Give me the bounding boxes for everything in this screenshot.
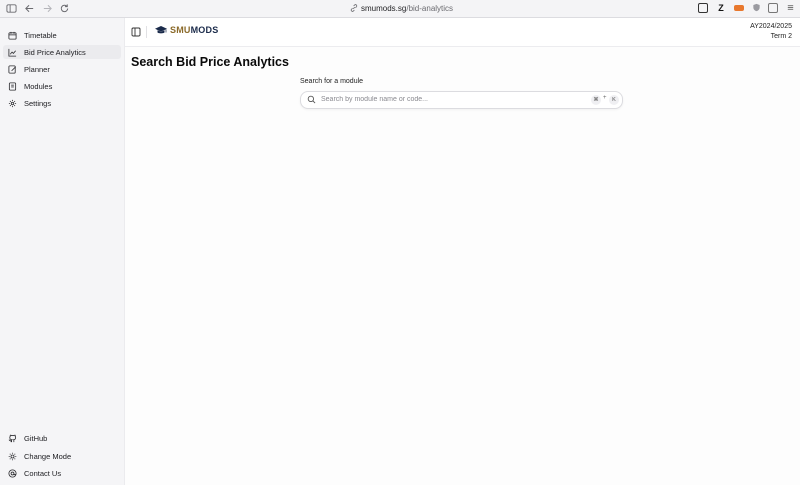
sidebar-item-contact-us[interactable]: Contact Us [3, 466, 121, 480]
shortcut-plus: + [603, 95, 607, 101]
gear-icon [8, 99, 17, 108]
sidebar-item-settings[interactable]: Settings [3, 96, 121, 110]
sidebar-item-label: Change Mode [24, 451, 72, 461]
address-bar[interactable]: smumods.sg/bid-analytics [350, 2, 453, 15]
url-host: smumods.sg [361, 4, 407, 13]
contact-icon [8, 468, 17, 478]
page-title: Search Bid Price Analytics [131, 55, 289, 69]
panel-toggle-icon[interactable] [131, 27, 141, 37]
sidebar-item-label: Timetable [24, 30, 57, 40]
sidebar-item-label: GitHub [24, 433, 48, 443]
browser-window: smumods.sg/bid-analytics Z Timetable Bid… [0, 0, 800, 485]
term-label: Term 2 [770, 32, 792, 40]
browser-toolbar: smumods.sg/bid-analytics Z [0, 0, 800, 18]
search-input[interactable] [321, 93, 581, 106]
sidebar-item-label: Modules [24, 81, 53, 91]
module-search-box[interactable]: ⌘ + K [300, 91, 623, 109]
app-header: SMU MODS AY2024/2025 Term 2 [125, 18, 800, 47]
sidebar-item-label: Settings [24, 98, 52, 108]
logo-mods-text: MODS [190, 25, 219, 35]
chart-icon [8, 48, 17, 57]
book-icon [8, 81, 17, 91]
sidebar-item-planner[interactable]: Planner [3, 62, 121, 76]
url-path: /bid-analytics [406, 4, 454, 13]
shortcut-command-key: ⌘ [591, 94, 601, 105]
logo-smu-text: SMU [170, 25, 191, 35]
sidebar-item-timetable[interactable]: Timetable [3, 28, 121, 42]
reload-icon[interactable] [59, 3, 70, 14]
header-divider [146, 26, 147, 38]
calendar-icon [8, 31, 17, 40]
search-icon [307, 95, 316, 104]
back-arrow-icon[interactable] [24, 3, 35, 14]
extension-note-icon[interactable] [768, 3, 778, 13]
github-icon [8, 434, 17, 443]
sidebar-item-github[interactable]: GitHub [3, 431, 121, 445]
planner-icon [8, 64, 17, 74]
sidebar-item-label: Contact Us [24, 468, 62, 478]
graduation-cap-icon [155, 26, 167, 34]
sidebar-item-bid-price-analytics[interactable]: Bid Price Analytics [3, 45, 121, 59]
extension-z-icon[interactable]: Z [716, 3, 726, 13]
sidebar: Timetable Bid Price Analytics Planner Mo… [0, 18, 125, 485]
forward-arrow-icon[interactable] [42, 3, 53, 14]
extension-orange-icon[interactable] [734, 5, 744, 11]
sun-icon [8, 452, 17, 461]
main-content: SMU MODS AY2024/2025 Term 2 Search Bid Pr… [125, 18, 800, 485]
app-logo[interactable]: SMU MODS [154, 25, 218, 35]
extension-shield-icon[interactable] [751, 3, 761, 13]
menu-icon[interactable] [785, 3, 795, 13]
extension-reader-icon[interactable] [698, 3, 708, 13]
sidebar-item-label: Planner [24, 64, 50, 74]
sidebar-item-change-mode[interactable]: Change Mode [3, 449, 121, 463]
sidebar-item-modules[interactable]: Modules [3, 79, 121, 93]
sidebar-item-label: Bid Price Analytics [24, 47, 86, 57]
term-indicator: AY2024/2025 Term 2 [750, 22, 792, 41]
search-label: Search for a module [300, 78, 364, 85]
shortcut-k-key: K [609, 94, 619, 105]
link-icon [350, 4, 358, 12]
academic-year: AY2024/2025 [750, 23, 792, 30]
sidebar-toggle-icon[interactable] [6, 3, 17, 14]
